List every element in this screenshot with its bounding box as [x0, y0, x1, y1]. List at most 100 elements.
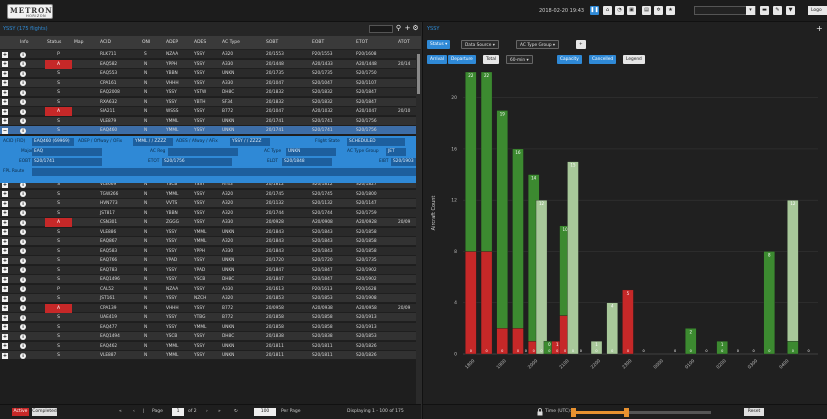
filter-icon[interactable]: ▼ [786, 6, 795, 15]
home-icon[interactable]: ⌂ [603, 6, 612, 15]
expand-icon[interactable]: + [2, 219, 8, 226]
info-icon[interactable]: i [20, 305, 26, 311]
table-row[interactable]: + i S EAQ1494 N YSCB YSSY DH8C 20/1838 S20/1838 S2… [0, 332, 421, 341]
col-adep[interactable]: ADEP [166, 40, 178, 45]
expand-icon[interactable]: + [2, 108, 8, 115]
page-number-input[interactable]: 1 [172, 408, 184, 416]
expand-icon[interactable]: + [2, 191, 8, 197]
save-icon[interactable]: ▣ [627, 6, 636, 15]
expand-icon[interactable]: + [2, 343, 8, 349]
expand-icon[interactable]: + [2, 257, 8, 264]
time-slider-end-handle[interactable] [624, 408, 629, 417]
table-row[interactable]: + i S EAQ867 N YSSY YMML A320 20/1843 S20/1843 S20… [0, 237, 421, 246]
layout-icon[interactable]: ▤ [642, 6, 651, 15]
table-row[interactable]: + i S EAQ783 N YSSY YPAD UNKN 20/1847 S20/1847 S20… [0, 265, 421, 275]
star-icon[interactable]: ★ [666, 6, 675, 15]
table-row[interactable]: − i S EAQ460 N YMML YSSY UNKN 20/1741 S20/1741 S20… [0, 126, 421, 135]
col-status[interactable]: Status [47, 40, 61, 45]
logout-button[interactable]: Logo [808, 6, 827, 15]
prev-page-icon[interactable]: ‹ [133, 408, 135, 416]
clock-icon[interactable]: ◔ [615, 6, 624, 15]
active-button[interactable]: Active [12, 408, 29, 416]
expand-icon[interactable]: + [2, 61, 8, 67]
add-filter-button[interactable]: + [576, 40, 586, 49]
info-icon[interactable]: i [20, 200, 26, 207]
collapse-icon[interactable]: − [2, 127, 8, 134]
info-icon[interactable]: i [20, 229, 26, 235]
table-row[interactable]: + i A CPA139 N VHHH YSSY B772 20/0958 A20/0938 A20… [0, 303, 421, 313]
col-eobt[interactable]: EOBT [312, 40, 324, 45]
info-icon[interactable]: i [20, 99, 26, 105]
add-icon[interactable]: + [816, 24, 823, 33]
settings-icon[interactable]: ⚙ [411, 24, 420, 33]
expand-icon[interactable]: + [2, 70, 8, 77]
expand-icon[interactable]: + [2, 333, 8, 340]
scrollbar-thumb[interactable] [417, 54, 420, 94]
col-ades[interactable]: ADES [194, 40, 206, 45]
info-icon[interactable]: i [20, 324, 26, 330]
table-row[interactable]: + i P RLK711 S NZAA YSSY A320 20/1553 P20/1553 P20… [0, 50, 421, 59]
last-page-icon[interactable]: » [218, 408, 221, 416]
info-icon[interactable]: i [20, 219, 26, 226]
table-row[interactable]: + i S EAQ766 N YPAD YSSY UNKN 20/1720 S20/1720 S20… [0, 256, 421, 265]
expand-icon[interactable]: + [2, 276, 8, 283]
info-icon[interactable]: i [20, 80, 26, 86]
refresh-icon[interactable]: ↻ [234, 408, 238, 416]
info-icon[interactable]: i [20, 238, 26, 245]
edit-icon[interactable]: ✎ [773, 6, 782, 15]
table-row[interactable]: + i S VLE886 N YSSY YMML UNKN 20/1843 S20/1843 S20… [0, 227, 421, 237]
gear-icon[interactable]: ✲ [654, 6, 663, 15]
col-etot[interactable]: ETOT [356, 40, 368, 45]
table-row[interactable]: + i S HVN773 N VVTS YSSY A320 20/1132 S20/1132 S20… [0, 199, 421, 208]
expand-icon[interactable]: + [2, 286, 8, 292]
info-icon[interactable]: i [20, 89, 26, 96]
table-row[interactable]: + i S EAQ1496 N YSSY YSCB DH8C 20/1847 S20/1847 S2… [0, 275, 421, 284]
table-row[interactable]: + i S VLE887 N YMML YSSY UNKN 20/1811 S20/1811 S20… [0, 351, 421, 360]
expand-icon[interactable]: + [2, 210, 8, 216]
reset-button[interactable]: Reset [744, 408, 764, 416]
data-source-filter[interactable]: Data Source ▾ [461, 40, 499, 49]
lock-icon[interactable] [537, 408, 543, 416]
info-icon[interactable]: i [20, 210, 26, 216]
pause-icon[interactable]: ❚❚ [590, 6, 599, 15]
info-icon[interactable]: i [20, 333, 26, 340]
interval-select[interactable]: 60-min ▾ [506, 55, 533, 64]
table-row[interactable]: + i S VLE879 N YMML YSSY UNKN 20/1741 S20/1741 S20… [0, 116, 421, 126]
completed-button[interactable]: Completed [32, 408, 57, 416]
info-icon[interactable]: i [20, 61, 26, 67]
ac-type-group-filter[interactable]: AC Type Group ▾ [516, 40, 560, 49]
expand-icon[interactable]: + [2, 80, 8, 86]
info-icon[interactable]: i [20, 191, 26, 197]
chat-icon[interactable]: ▬ [760, 6, 769, 15]
info-icon[interactable]: i [20, 257, 26, 264]
expand-icon[interactable]: + [2, 324, 8, 330]
expand-icon[interactable]: + [2, 200, 8, 207]
table-row[interactable]: + i S EAQ477 N YSSY YMML UNKN 20/1858 S20/1858 S20… [0, 322, 421, 332]
expand-icon[interactable]: + [2, 352, 8, 359]
col-atot[interactable]: ATOT [398, 40, 410, 45]
info-icon[interactable]: i [20, 276, 26, 283]
info-icon[interactable]: i [20, 51, 26, 58]
table-row[interactable]: + i A SIA211 N WSSS YSSY B772 20/1047 A20/1032 A20… [0, 107, 421, 116]
chevron-down-icon[interactable]: ▾ [746, 6, 755, 15]
col-map[interactable]: Map [74, 40, 84, 45]
col-info[interactable]: Info [20, 40, 29, 45]
table-row[interactable]: + i S EAQ462 N YMML YSSY UNKN 20/1811 S20/1811 S20… [0, 341, 421, 351]
table-row[interactable]: + i A EAQ582 N YPPH YSSY A330 20/1448 A20/1433 A20… [0, 59, 421, 69]
expand-icon[interactable]: + [2, 118, 8, 124]
arrival-toggle[interactable]: Arrival [427, 55, 447, 64]
info-icon[interactable]: i [20, 127, 26, 134]
info-icon[interactable]: i [20, 248, 26, 254]
capacity-toggle[interactable]: Capacity [557, 55, 582, 64]
total-toggle[interactable]: Total [483, 55, 500, 64]
expand-icon[interactable]: + [2, 295, 8, 302]
info-icon[interactable]: i [20, 314, 26, 321]
info-icon[interactable]: i [20, 267, 26, 273]
info-icon[interactable]: i [20, 118, 26, 124]
info-icon[interactable]: i [20, 343, 26, 349]
expand-icon[interactable]: + [2, 238, 8, 245]
table-row[interactable]: + i A CSN301 N ZGGG YSSY A330 20/0928 A20/0908 A20… [0, 218, 421, 227]
col-sobt[interactable]: SOBT [266, 40, 278, 45]
table-row[interactable]: + i S RXA632 N YSSY YBTH SF34 20/1832 S20/1832 S20… [0, 97, 421, 107]
time-slider-start-handle[interactable] [571, 408, 576, 417]
